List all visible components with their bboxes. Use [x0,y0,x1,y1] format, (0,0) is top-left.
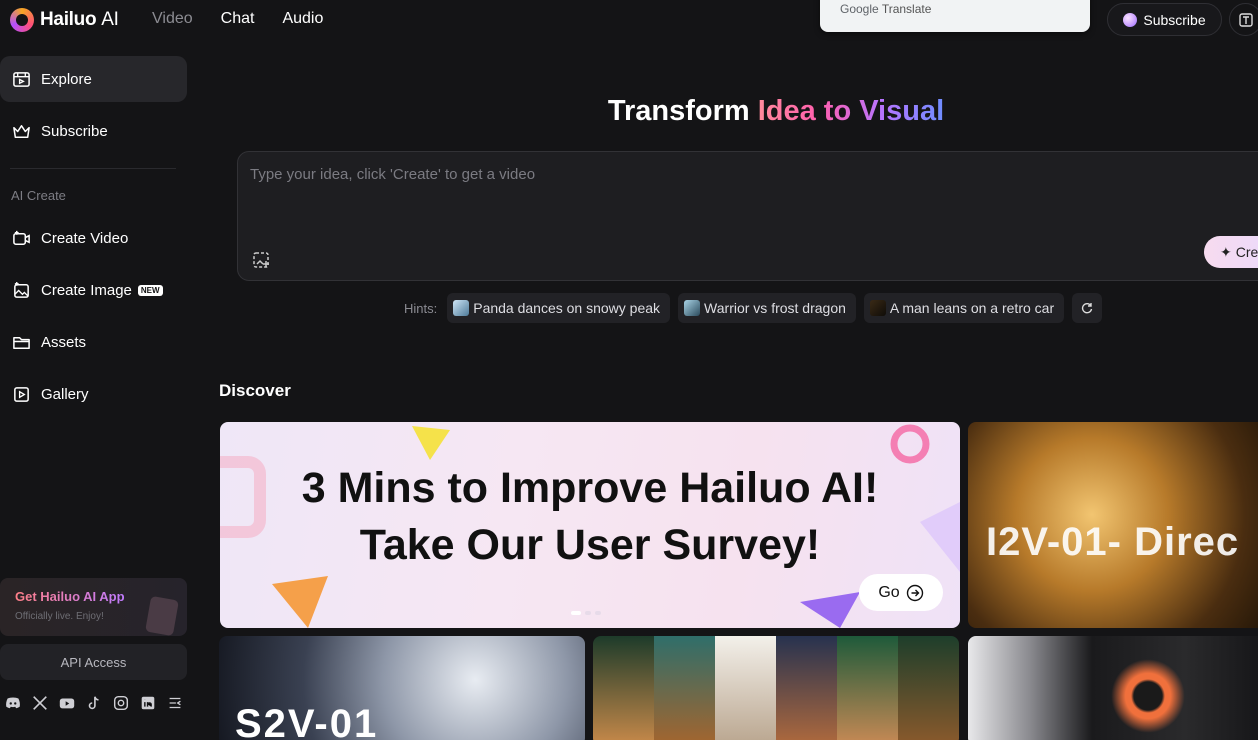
subscribe-button-label: Subscribe [1143,11,1206,28]
collapse-icon[interactable] [166,694,184,712]
banner-subheadline: Take Our User Survey! [359,521,821,569]
video-card-s2v[interactable]: S2V-01 [219,636,585,740]
video-card-label: S2V-01 [235,702,379,740]
translate-icon [1238,12,1253,27]
nav-chat[interactable]: Chat [221,10,255,28]
banner-headline: 3 Mins to Improve Hailuo AI! [301,464,879,512]
style-frame [837,636,898,740]
social-links [4,694,184,712]
survey-banner[interactable]: 3 Mins to Improve Hailuo AI! Take Our Us… [220,422,960,628]
go-button-label: Go [878,583,900,601]
style-frame [898,636,959,740]
language-button[interactable] [1229,3,1258,36]
sidebar-item-label: Gallery [41,385,89,403]
sidebar-item-create-image[interactable]: Create Image NEW [0,267,187,313]
top-bar: Hailuo AI Video Chat Audio Google Transl… [0,0,1258,40]
video-card-dark[interactable] [968,636,1258,740]
top-nav: Video Chat Audio [152,10,323,28]
hint-chip[interactable]: A man leans on a retro car [863,293,1065,323]
image-upload-icon[interactable] [252,250,272,270]
get-app-subtitle: Officially live. Enjoy! [15,611,104,622]
new-badge: NEW [137,284,163,296]
brand-logo[interactable]: Hailuo AI [10,8,119,32]
video-create-icon [13,230,30,245]
explore-icon [13,71,30,87]
hints-row: Hints: Panda dances on snowy peak Warrio… [404,293,1103,323]
phone-icon [145,595,179,637]
prompt-box: ✦ Cre [237,151,1258,281]
google-translate-popup: Google Translate [820,0,1090,32]
gallery-icon [14,386,29,402]
hailuo-logo-icon [10,8,34,32]
style-frame [715,636,776,740]
instagram-icon[interactable] [112,694,130,712]
arrow-circle-icon [906,584,923,601]
x-icon[interactable] [31,694,49,712]
get-app-card[interactable]: Get Hailuo AI App Officially live. Enjoy… [0,578,187,637]
sidebar-item-label: Create Video [41,229,129,247]
refresh-hints-button[interactable] [1072,293,1103,323]
app-root: Hailuo AI Video Chat Audio Google Transl… [0,0,1258,740]
youtube-icon[interactable] [58,694,76,712]
sidebar-divider [10,168,176,169]
hint-chip-label: Warrior vs frost dragon [704,300,846,316]
video-card-styles[interactable] [593,636,959,740]
hints-label: Hints: [404,300,438,316]
get-app-title: Get Hailuo AI App [15,589,125,604]
section-label-ai-create: AI Create [11,188,66,203]
carousel-dot[interactable] [585,611,591,615]
carousel-dots [571,611,601,615]
hint-chip[interactable]: Panda dances on snowy peak [447,293,671,323]
google-translate-label: Google Translate [840,2,932,16]
hint-chip-label: Panda dances on snowy peak [473,300,661,316]
image-create-icon [14,281,29,298]
hero-title: Transform Idea to Visual [607,95,945,127]
folder-icon [13,336,30,349]
create-button-label: Cre [1235,244,1258,260]
discord-icon[interactable] [4,694,22,712]
nav-audio[interactable]: Audio [282,10,323,28]
style-frame [776,636,837,740]
nav-video[interactable]: Video [152,10,193,28]
style-frame [593,636,654,740]
brand-name: Hailuo AI [40,9,119,30]
hint-chip-label: A man leans on a retro car [889,300,1055,316]
hint-thumbnail [453,300,470,316]
refresh-icon [1081,303,1093,314]
prompt-input[interactable] [250,166,1150,183]
sparkle-icon: ✦ [1220,243,1232,260]
create-button[interactable]: ✦ Cre [1204,236,1258,268]
sidebar-item-gallery[interactable]: Gallery [0,371,187,417]
subscribe-button[interactable]: Subscribe [1107,3,1222,36]
sidebar-item-assets[interactable]: Assets [0,319,187,365]
hint-chip[interactable]: Warrior vs frost dragon [678,293,856,323]
tiktok-icon[interactable] [85,694,103,712]
sidebar-item-label: Assets [41,333,87,351]
discover-heading: Discover [219,381,291,400]
hint-thumbnail [869,300,886,316]
hint-thumbnail [684,300,701,316]
sidebar: Explore Subscribe AI Create Create Video… [0,40,196,740]
carousel-dot[interactable] [571,611,581,615]
sidebar-item-label: Create Image [41,281,132,299]
carousel-dot[interactable] [595,611,601,615]
linkedin-icon[interactable] [139,694,157,712]
gem-icon [1123,12,1138,27]
api-access-button[interactable]: API Access [0,644,187,680]
sidebar-item-create-video[interactable]: Create Video [0,215,187,261]
style-frame [654,636,715,740]
card-artwork [1108,656,1188,736]
video-card-label: I2V-01- Direc [986,520,1240,564]
video-card-i2v[interactable]: I2V-01- Direc [968,422,1258,628]
go-button[interactable]: Go [859,574,943,611]
sidebar-item-label: Explore [41,70,92,88]
